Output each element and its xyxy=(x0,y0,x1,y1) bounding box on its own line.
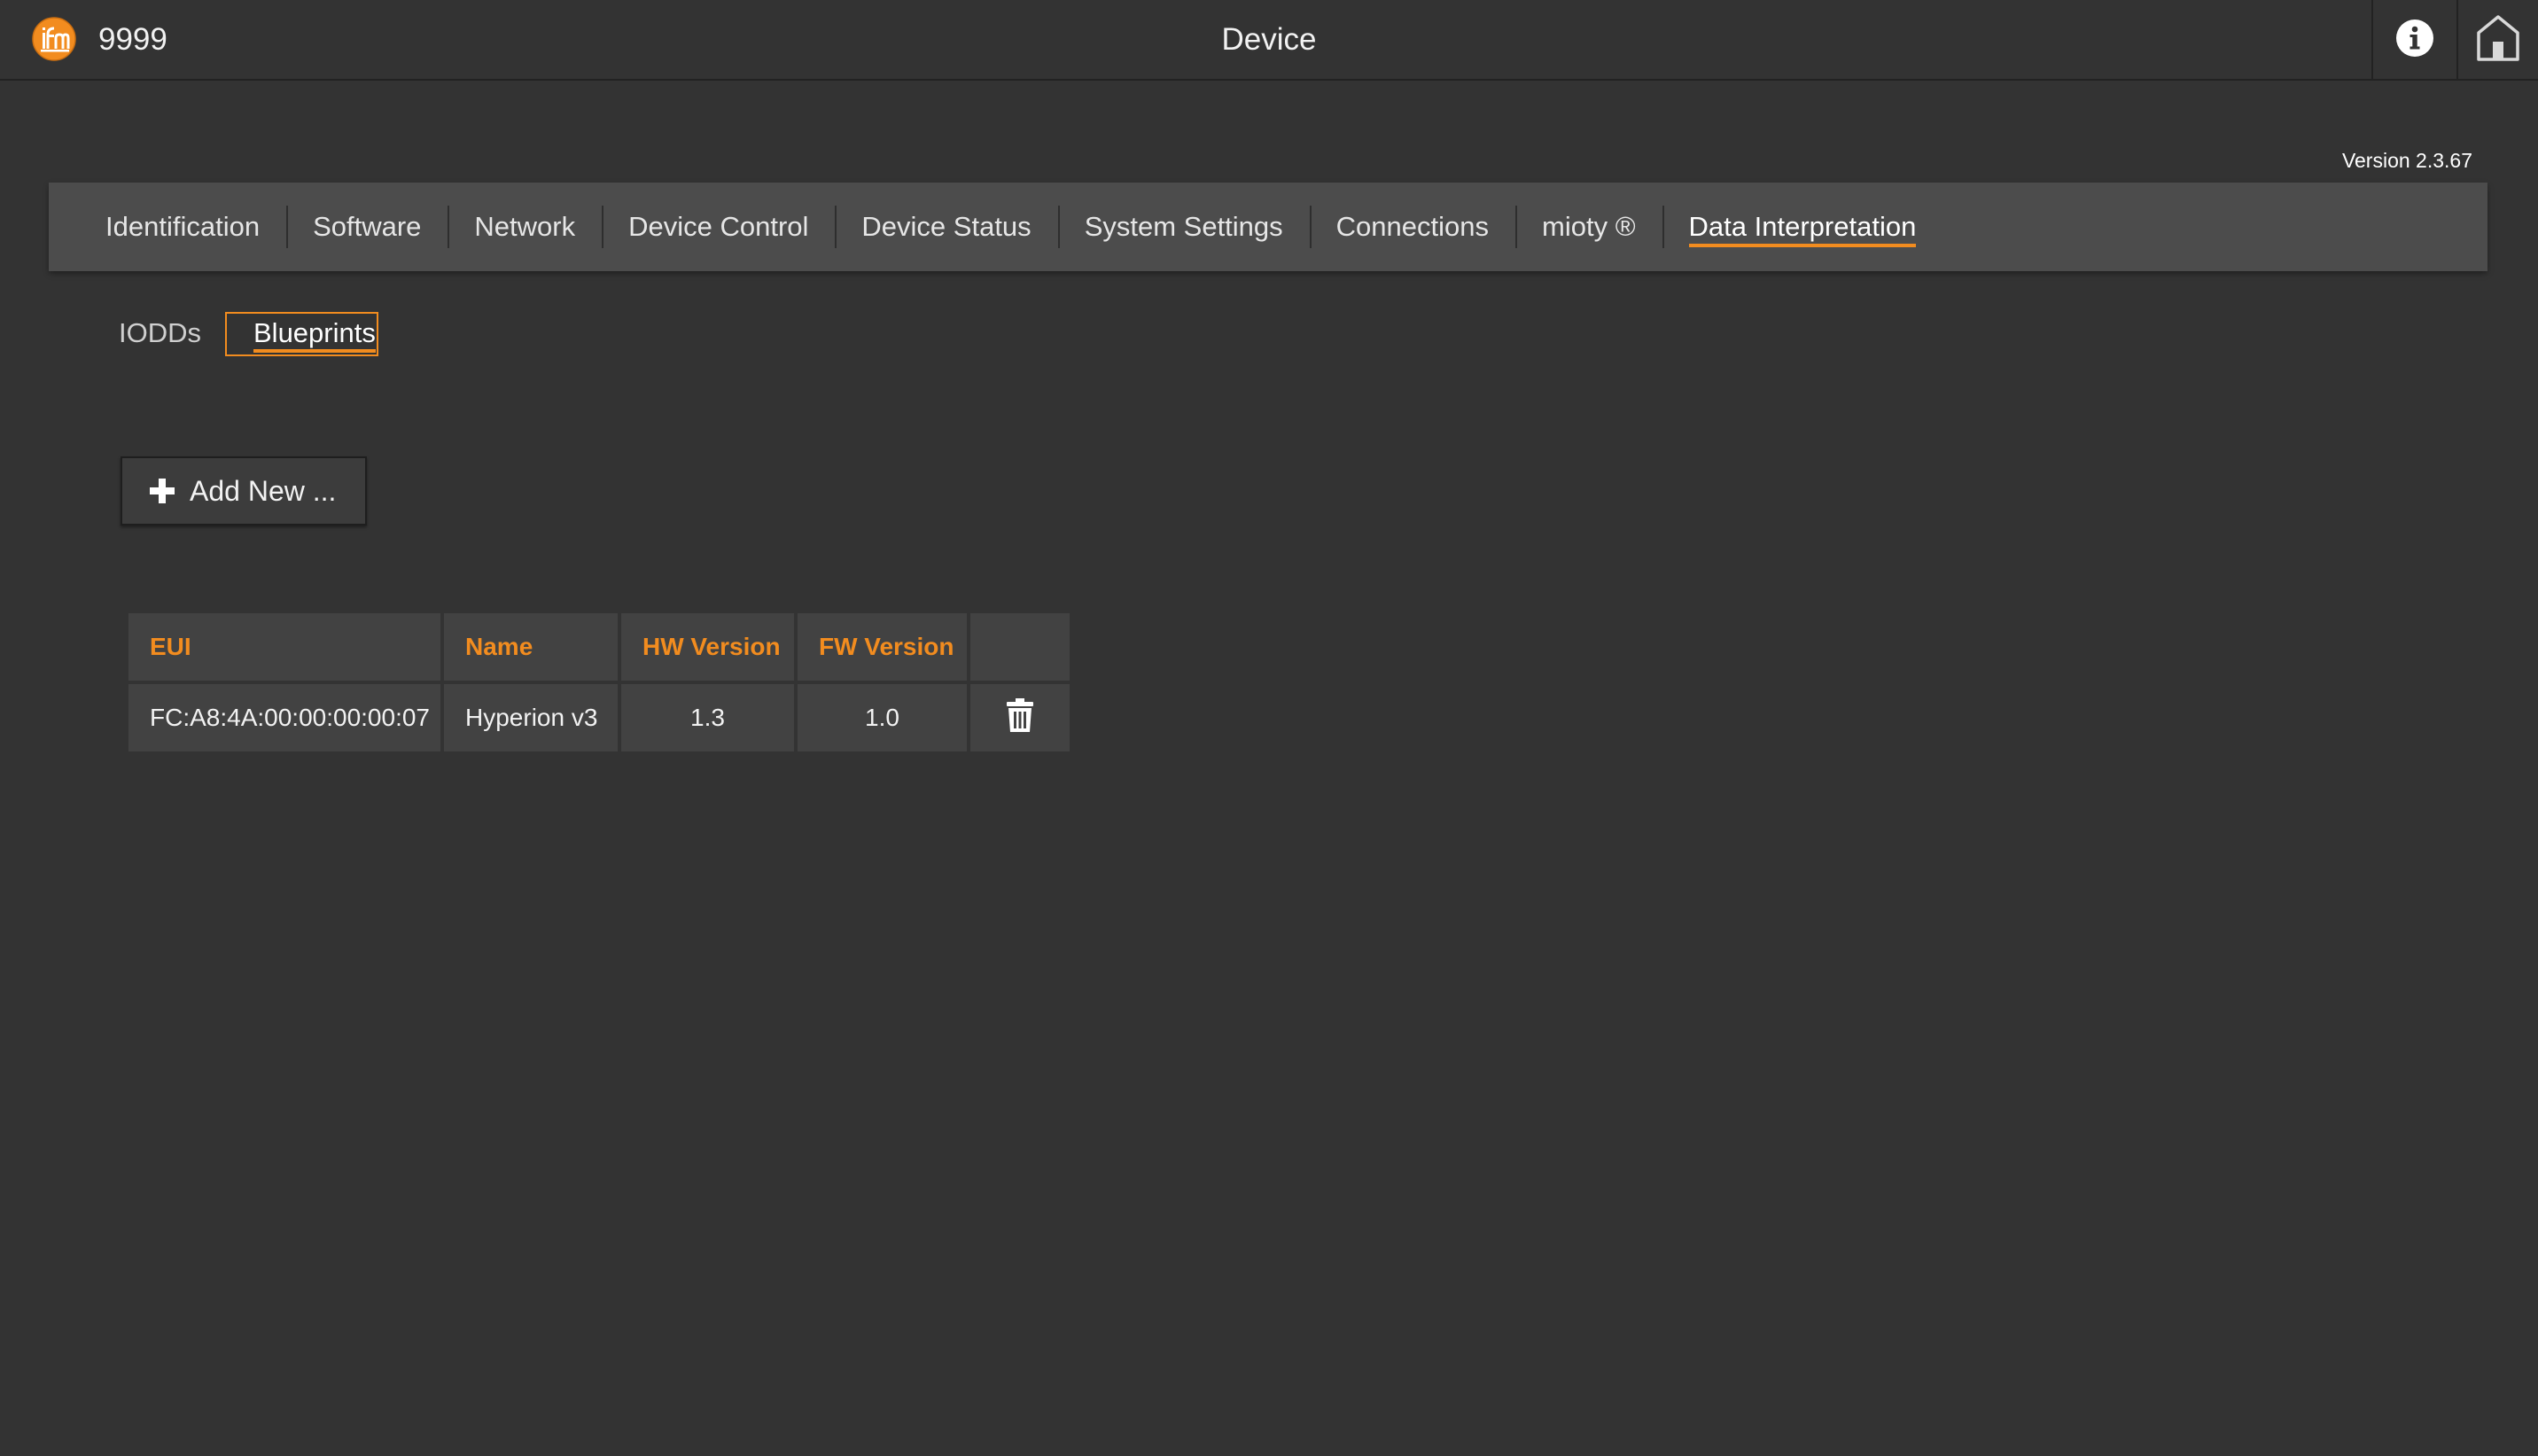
tab-device-control[interactable]: Device Control xyxy=(602,206,835,248)
column-header-actions xyxy=(970,613,1070,681)
tab-device-status[interactable]: Device Status xyxy=(835,206,1057,248)
tab-label: Device Control xyxy=(628,211,809,242)
tab-label: Network xyxy=(474,211,576,242)
tab-system-settings[interactable]: System Settings xyxy=(1057,206,1310,248)
main-nav: Identification Software Network Device C… xyxy=(49,183,2487,271)
plus-icon xyxy=(149,478,175,504)
column-header-fw-version: FW Version xyxy=(798,613,967,681)
info-button[interactable] xyxy=(2371,0,2456,81)
tab-label: Identification xyxy=(105,211,261,242)
home-button[interactable] xyxy=(2456,0,2538,81)
trash-icon[interactable] xyxy=(1006,697,1034,738)
tab-mioty[interactable]: mioty ® xyxy=(1515,206,1662,248)
column-header-name: Name xyxy=(444,613,618,681)
tab-label: Device Status xyxy=(861,211,1032,242)
nav-tab-list: Identification Software Network Device C… xyxy=(105,183,1942,271)
tab-label: Connections xyxy=(1335,211,1490,242)
cell-eui: FC:A8:4A:00:00:00:00:07 xyxy=(128,684,440,751)
add-new-label: Add New ... xyxy=(190,474,337,507)
tab-label: Data Interpretation xyxy=(1688,211,1917,247)
tab-software[interactable]: Software xyxy=(286,206,448,248)
table-row: FC:A8:4A:00:00:00:00:07 Hyperion v3 1.3 … xyxy=(128,684,1070,751)
subtab-blueprints[interactable]: Blueprints xyxy=(225,312,378,356)
blueprints-table: EUI Name HW Version FW Version FC:A8:4A:… xyxy=(125,610,1073,755)
tab-label: mioty ® xyxy=(1542,211,1636,242)
cell-hw-version: 1.3 xyxy=(621,684,794,751)
app-header: 9999 Device xyxy=(0,0,2538,81)
tab-connections[interactable]: Connections xyxy=(1309,206,1515,248)
tab-identification[interactable]: Identification xyxy=(105,209,286,245)
home-icon xyxy=(2475,13,2521,67)
table-header-row: EUI Name HW Version FW Version xyxy=(128,613,1070,681)
tab-data-interpretation[interactable]: Data Interpretation xyxy=(1662,206,1943,248)
tab-label: Software xyxy=(313,211,422,242)
subtab-iodds[interactable]: IODDs xyxy=(119,312,201,354)
tab-network[interactable]: Network xyxy=(448,206,602,248)
cell-name: Hyperion v3 xyxy=(444,684,618,751)
version-label: Version 2.3.67 xyxy=(2341,149,2472,172)
delete-cell xyxy=(970,684,1070,751)
page-title: Device xyxy=(1221,22,1317,57)
device-id: 9999 xyxy=(98,22,167,57)
info-icon xyxy=(2394,18,2435,63)
ifm-logo-icon xyxy=(32,17,76,61)
cell-fw-version: 1.0 xyxy=(798,684,967,751)
subtab-label: Blueprints xyxy=(253,317,376,353)
column-header-eui: EUI xyxy=(128,613,440,681)
column-header-hw-version: HW Version xyxy=(621,613,794,681)
add-new-button[interactable]: Add New ... xyxy=(121,456,367,526)
tab-label: System Settings xyxy=(1084,211,1283,242)
